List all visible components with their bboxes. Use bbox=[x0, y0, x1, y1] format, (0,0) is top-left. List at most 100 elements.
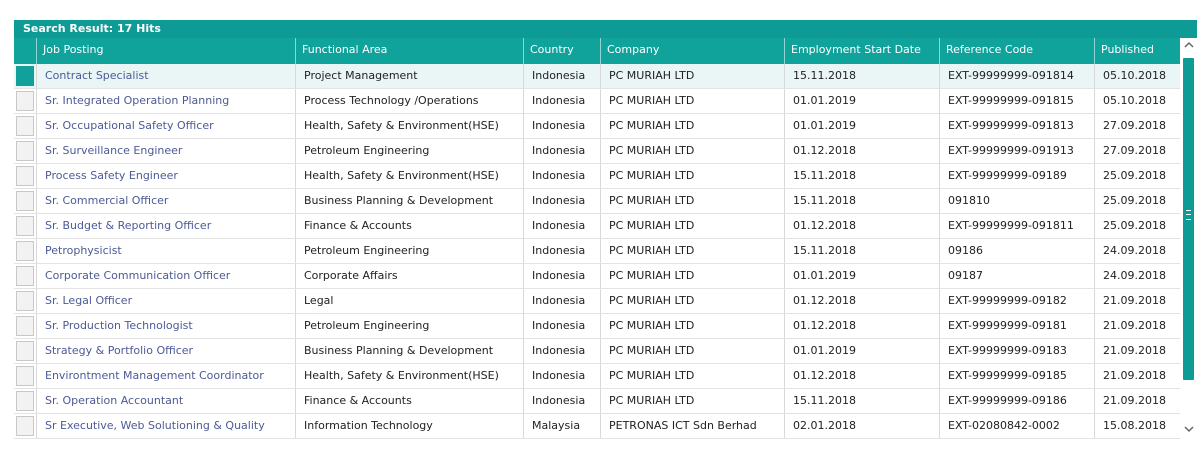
job-posting-link[interactable]: Environtment Management Coordinator bbox=[36, 364, 295, 388]
job-posting-link[interactable]: Sr. Operation Accountant bbox=[36, 389, 295, 413]
table-row[interactable]: Sr. Surveillance Engineer Petroleum Engin… bbox=[14, 139, 1180, 164]
cell-reference-code: EXT-99999999-09181 bbox=[939, 314, 1094, 338]
cell-employment-start-date: 15.11.2018 bbox=[784, 64, 939, 88]
column-header-published[interactable]: Published bbox=[1094, 38, 1180, 64]
scroll-thumb[interactable] bbox=[1183, 58, 1194, 380]
job-posting-link[interactable]: Petrophysicist bbox=[36, 239, 295, 263]
row-selector[interactable] bbox=[16, 416, 34, 436]
table-row[interactable]: Sr. Integrated Operation Planning Process… bbox=[14, 89, 1180, 114]
cell-published: 21.09.2018 bbox=[1094, 314, 1180, 338]
job-posting-link[interactable]: Process Safety Engineer bbox=[36, 164, 295, 188]
row-selector[interactable] bbox=[16, 266, 34, 286]
chevron-down-icon[interactable] bbox=[1180, 422, 1197, 440]
search-result-panel: Search Result: 17 Hits Job Posting Funct… bbox=[14, 20, 1197, 440]
table-row[interactable]: Corporate Communication Officer Corporate… bbox=[14, 264, 1180, 289]
cell-functional-area: Business Planning & Development bbox=[295, 189, 523, 213]
cell-company: PC MURIAH LTD bbox=[600, 364, 784, 388]
table-row[interactable]: Environtment Management Coordinator Healt… bbox=[14, 364, 1180, 389]
row-selector[interactable] bbox=[16, 91, 34, 111]
cell-employment-start-date: 02.01.2018 bbox=[784, 414, 939, 438]
table-row[interactable]: Sr. Occupational Safety Officer Health, S… bbox=[14, 114, 1180, 139]
column-header-functional-area[interactable]: Functional Area bbox=[295, 38, 523, 64]
row-selector[interactable] bbox=[16, 316, 34, 336]
cell-functional-area: Health, Safety & Environment(HSE) bbox=[295, 114, 523, 138]
job-posting-link[interactable]: Sr. Budget & Reporting Officer bbox=[36, 214, 295, 238]
row-selector[interactable] bbox=[16, 391, 34, 411]
column-header-reference-code[interactable]: Reference Code bbox=[939, 38, 1094, 64]
table-row[interactable]: Sr. Operation Accountant Finance & Accoun… bbox=[14, 389, 1180, 414]
cell-published: 05.10.2018 bbox=[1094, 64, 1180, 88]
chevron-up-icon[interactable] bbox=[1180, 38, 1197, 56]
cell-country: Indonesia bbox=[523, 314, 600, 338]
grid-header: Job Posting Functional Area Country Comp… bbox=[14, 38, 1180, 64]
cell-country: Indonesia bbox=[523, 264, 600, 288]
job-posting-link[interactable]: Sr. Occupational Safety Officer bbox=[36, 114, 295, 138]
cell-reference-code: EXT-99999999-091811 bbox=[939, 214, 1094, 238]
table-row[interactable]: Strategy & Portfolio Officer Business Pla… bbox=[14, 339, 1180, 364]
cell-functional-area: Process Technology /Operations bbox=[295, 89, 523, 113]
row-selector[interactable] bbox=[16, 141, 34, 161]
cell-reference-code: EXT-99999999-091814 bbox=[939, 64, 1094, 88]
job-posting-link[interactable]: Corporate Communication Officer bbox=[36, 264, 295, 288]
cell-published: 21.09.2018 bbox=[1094, 289, 1180, 313]
cell-reference-code: EXT-99999999-09186 bbox=[939, 389, 1094, 413]
cell-employment-start-date: 15.11.2018 bbox=[784, 164, 939, 188]
cell-published: 25.09.2018 bbox=[1094, 189, 1180, 213]
cell-functional-area: Business Planning & Development bbox=[295, 339, 523, 363]
cell-company: PC MURIAH LTD bbox=[600, 264, 784, 288]
table-row[interactable]: Sr Executive, Web Solutioning & Quality I… bbox=[14, 414, 1180, 439]
cell-employment-start-date: 01.12.2018 bbox=[784, 139, 939, 163]
cell-country: Indonesia bbox=[523, 289, 600, 313]
column-header-country[interactable]: Country bbox=[523, 38, 600, 64]
column-header-job-posting[interactable]: Job Posting bbox=[36, 38, 295, 64]
cell-company: PC MURIAH LTD bbox=[600, 339, 784, 363]
column-header-company[interactable]: Company bbox=[600, 38, 784, 64]
cell-company: PETRONAS ICT Sdn Berhad bbox=[600, 414, 784, 438]
cell-reference-code: 091810 bbox=[939, 189, 1094, 213]
row-selector[interactable] bbox=[16, 216, 34, 236]
cell-employment-start-date: 01.01.2019 bbox=[784, 339, 939, 363]
cell-published: 25.09.2018 bbox=[1094, 164, 1180, 188]
row-selector[interactable] bbox=[16, 241, 34, 261]
row-selector[interactable] bbox=[16, 341, 34, 361]
table-row[interactable]: Sr. Legal Officer Legal Indonesia PC MURIAH… bbox=[14, 289, 1180, 314]
vertical-scrollbar[interactable] bbox=[1180, 38, 1197, 440]
job-posting-link[interactable]: Sr. Production Technologist bbox=[36, 314, 295, 338]
cell-reference-code: 09186 bbox=[939, 239, 1094, 263]
cell-country: Indonesia bbox=[523, 364, 600, 388]
cell-company: PC MURIAH LTD bbox=[600, 164, 784, 188]
job-posting-link[interactable]: Sr. Commercial Officer bbox=[36, 189, 295, 213]
cell-reference-code: EXT-99999999-091913 bbox=[939, 139, 1094, 163]
cell-published: 21.09.2018 bbox=[1094, 389, 1180, 413]
job-posting-link[interactable]: Sr. Integrated Operation Planning bbox=[36, 89, 295, 113]
table-row[interactable]: Sr. Commercial Officer Business Planning … bbox=[14, 189, 1180, 214]
job-posting-link[interactable]: Sr. Legal Officer bbox=[36, 289, 295, 313]
row-selector[interactable] bbox=[16, 191, 34, 211]
row-selector[interactable] bbox=[16, 66, 34, 86]
cell-country: Indonesia bbox=[523, 239, 600, 263]
table-row[interactable]: Petrophysicist Petroleum Engineering Indon… bbox=[14, 239, 1180, 264]
job-posting-link[interactable]: Sr. Surveillance Engineer bbox=[36, 139, 295, 163]
column-header-employment-start-date[interactable]: Employment Start Date bbox=[784, 38, 939, 64]
table-row[interactable]: Process Safety Engineer Health, Safety & … bbox=[14, 164, 1180, 189]
row-selector[interactable] bbox=[16, 116, 34, 136]
cell-company: PC MURIAH LTD bbox=[600, 389, 784, 413]
row-selector[interactable] bbox=[16, 166, 34, 186]
cell-employment-start-date: 01.12.2018 bbox=[784, 289, 939, 313]
job-posting-link[interactable]: Strategy & Portfolio Officer bbox=[36, 339, 295, 363]
cell-employment-start-date: 01.01.2019 bbox=[784, 89, 939, 113]
cell-reference-code: EXT-02080842-0002 bbox=[939, 414, 1094, 438]
table-row[interactable]: Sr. Production Technologist Petroleum Eng… bbox=[14, 314, 1180, 339]
row-selector[interactable] bbox=[16, 366, 34, 386]
job-posting-link[interactable]: Sr Executive, Web Solutioning & Quality bbox=[36, 414, 295, 438]
scroll-track[interactable] bbox=[1183, 58, 1194, 420]
cell-reference-code: EXT-99999999-09182 bbox=[939, 289, 1094, 313]
cell-country: Indonesia bbox=[523, 64, 600, 88]
job-posting-link[interactable]: Contract Specialist bbox=[36, 64, 295, 88]
cell-company: PC MURIAH LTD bbox=[600, 314, 784, 338]
table-row[interactable]: Contract Specialist Project Management Ind… bbox=[14, 64, 1180, 89]
table-row[interactable]: Sr. Budget & Reporting Officer Finance & … bbox=[14, 214, 1180, 239]
cell-functional-area: Project Management bbox=[295, 64, 523, 88]
row-selector[interactable] bbox=[16, 291, 34, 311]
cell-country: Indonesia bbox=[523, 139, 600, 163]
